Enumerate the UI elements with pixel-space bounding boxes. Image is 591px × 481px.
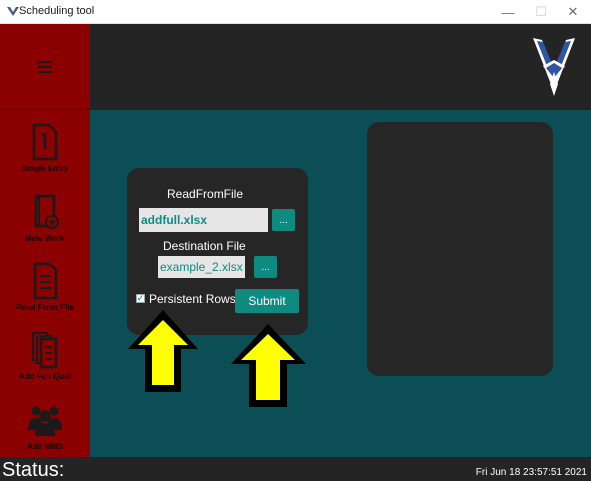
document-number-icon — [32, 123, 58, 161]
header-bar — [90, 24, 591, 110]
app-logo-icon — [7, 7, 19, 16]
output-panel — [367, 122, 553, 376]
persistent-rows-label: Persistent Rows — [149, 292, 236, 306]
status-datetime: Fri Jun 18 23:57:51 2021 — [475, 467, 587, 478]
sidebar: Single Entry New Work Read From File Add… — [0, 24, 90, 457]
people-group-icon — [28, 406, 62, 436]
destination-file-label: Destination File — [163, 239, 246, 253]
sidebar-item-add-full-qual[interactable]: Add Full Qual — [0, 330, 90, 396]
sidebar-item-read-from-file[interactable]: Read From File — [0, 261, 90, 327]
book-add-icon — [34, 194, 59, 229]
title-bar: Scheduling tool — ☐ ✕ — [0, 0, 591, 24]
menu-toggle[interactable] — [0, 24, 90, 110]
air-force-wings-logo — [533, 38, 575, 96]
maximize-button[interactable]: ☐ — [526, 0, 556, 24]
sidebar-item-single-entry[interactable]: Single Entry — [0, 122, 90, 188]
sidebar-item-label: Single Entry — [21, 164, 69, 173]
persistent-rows-checkbox[interactable]: ✓ — [136, 294, 145, 303]
read-from-file-label: ReadFromFile — [167, 187, 244, 201]
close-button[interactable]: ✕ — [558, 0, 588, 24]
up-arrow-icon — [128, 310, 198, 392]
status-bar: Status: Fri Jun 18 23:57:51 2021 — [0, 457, 591, 481]
status-label: Status: — [2, 459, 65, 481]
sidebar-item-new-work[interactable]: New Work — [0, 192, 90, 258]
up-arrow-icon — [231, 324, 306, 407]
stacked-documents-icon — [32, 332, 58, 369]
window-title: Scheduling tool — [19, 5, 95, 17]
sidebar-item-label: Add Full Qual — [19, 372, 71, 381]
source-file-field[interactable]: addfull.xlsx — [139, 208, 268, 232]
destination-browse-button[interactable]: ... — [254, 256, 277, 278]
sidebar-item-label: Read From File — [16, 303, 74, 312]
submit-button[interactable]: Submit — [235, 289, 299, 313]
hamburger-icon[interactable] — [38, 61, 52, 73]
file-list-icon — [33, 262, 58, 300]
source-browse-button[interactable]: ... — [272, 209, 295, 231]
sidebar-item-label: Add MMS — [26, 442, 64, 451]
main-panel: ReadFromFile addfull.xlsx ... Destinatio… — [90, 110, 591, 457]
sidebar-item-label: New Work — [25, 234, 65, 243]
minimize-button[interactable]: — — [493, 0, 523, 24]
destination-file-field[interactable]: example_2.xlsx — [158, 256, 245, 278]
